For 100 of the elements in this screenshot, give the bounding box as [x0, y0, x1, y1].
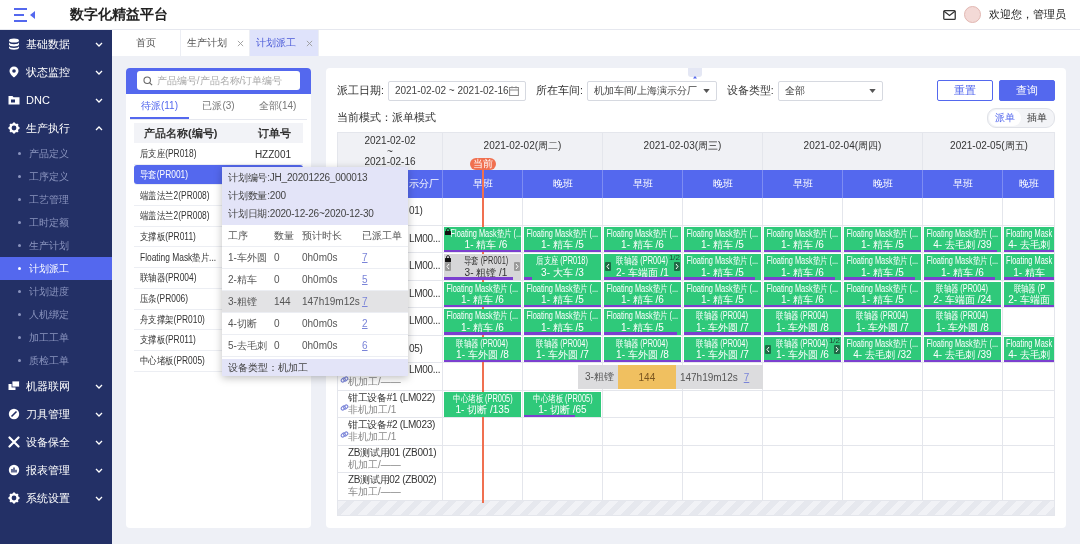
- menu-icon[interactable]: [14, 6, 36, 23]
- query-button[interactable]: 查询: [999, 80, 1055, 101]
- order-count-link[interactable]: 7: [362, 296, 368, 307]
- nav-subitem[interactable]: 产品定义: [0, 142, 112, 165]
- search-field[interactable]: 产品编号/产品名称/订单编号: [137, 71, 300, 90]
- filter-tab[interactable]: 已派(3): [189, 94, 248, 119]
- task-name: Floating Mask垫片 (...: [686, 227, 759, 239]
- order-count-link[interactable]: 7: [743, 371, 750, 383]
- task-name: Floating Mask垫片 (...: [926, 255, 999, 267]
- gear-icon: [8, 492, 20, 504]
- task-step: 1- 精车 /5: [541, 321, 584, 334]
- table-row[interactable]: 5-去毛刺 0 0h0m0s 6: [222, 335, 408, 357]
- table-cell: 147h19m12s: [302, 291, 362, 313]
- shift-header: 早班: [763, 170, 843, 198]
- mode-option[interactable]: 插单: [1021, 110, 1053, 126]
- task-name: 导套 (PR001): [463, 255, 509, 267]
- mail-icon[interactable]: [943, 9, 956, 20]
- reset-button[interactable]: 重置: [937, 80, 993, 101]
- nav-subitem[interactable]: 人机绑定: [0, 303, 112, 326]
- table-cell: 端盖法兰2(PR008): [140, 209, 210, 224]
- field-label: 派工日期:: [337, 83, 384, 98]
- table-row[interactable]: 3-粗镗 144 147h19m12s 7: [222, 291, 408, 313]
- nav-item[interactable]: 设备保全: [0, 428, 112, 456]
- machine-name: LM00...: [409, 287, 441, 300]
- nav-item[interactable]: 生产执行: [0, 114, 112, 142]
- nav-item[interactable]: 系统设置: [0, 484, 112, 512]
- right-arrow-icon[interactable]: [674, 262, 680, 271]
- date-header: 2021-02-04(周四): [763, 133, 923, 170]
- task-name: Floating Mask垫片 (...: [526, 310, 599, 322]
- nav-subitem[interactable]: 加工工单: [0, 326, 112, 349]
- order-count-link[interactable]: 6: [362, 340, 368, 351]
- right-arrow-icon[interactable]: [514, 262, 520, 271]
- task-name: Floating Mask垫片 (...: [450, 227, 522, 239]
- task-step: 1- 精车 /6: [621, 294, 664, 306]
- quantity-highlight: 144: [617, 365, 676, 389]
- nav-subitem[interactable]: 计划进度: [0, 280, 112, 303]
- task-step: 1- 车外圆 /7: [856, 321, 909, 334]
- nav-item[interactable]: 刀具管理: [0, 400, 112, 428]
- nav-subitem[interactable]: 计划派工: [0, 257, 112, 280]
- nav-item[interactable]: 机器联网: [0, 372, 112, 400]
- nav-item[interactable]: DNC: [0, 86, 112, 114]
- task-step: 1- 精车: [1013, 266, 1045, 279]
- nav-item[interactable]: 基础数据: [0, 30, 112, 58]
- right-arrow-icon[interactable]: [834, 344, 840, 354]
- nav-item[interactable]: 报表管理: [0, 456, 112, 484]
- type-select[interactable]: 全部: [777, 80, 883, 101]
- machine-name: LM00...: [409, 232, 441, 245]
- step-text: 3-粗镗: [585, 370, 614, 384]
- task-step: 1- 精车 /5: [541, 239, 584, 251]
- nav-subitem[interactable]: 工时定额: [0, 211, 112, 234]
- task-name: 联轴器 (PR004): [696, 310, 749, 322]
- pin-icon: [8, 66, 20, 78]
- close-icon[interactable]: [305, 39, 313, 47]
- date-range-field[interactable]: 2021-02-02 ~ 2021-02-16: [387, 80, 526, 101]
- task-name: 联轴器 (PR004): [696, 337, 749, 349]
- table-row[interactable]: 1-车外圆 0 0h0m0s 7: [222, 247, 408, 269]
- task-name: 中心堵板 (PR005): [532, 392, 593, 404]
- workshop-select[interactable]: 机加车间/上海演示分厂: [586, 80, 717, 101]
- nav-subitem[interactable]: 生产计划: [0, 234, 112, 257]
- task-name: 后支座 (PR018): [536, 255, 589, 267]
- date-header: 2021-02-03(周三): [603, 133, 763, 170]
- mode-option[interactable]: 派单: [989, 110, 1021, 126]
- task-name: 联轴器 (PR004): [536, 337, 589, 349]
- filter-tab[interactable]: 待派(11): [130, 94, 189, 119]
- nav-item[interactable]: 状态监控: [0, 58, 112, 86]
- table-row[interactable]: 4-切断 0 0h0m0s 2: [222, 313, 408, 335]
- tools-icon: [8, 436, 20, 448]
- task-step: 3- 粗镗 /1: [464, 266, 508, 279]
- task-step: 1- 精车 /5: [861, 239, 904, 251]
- page-tab[interactable]: 首页: [112, 30, 181, 56]
- left-arrow-icon[interactable]: [445, 262, 451, 271]
- left-arrow-icon[interactable]: [765, 344, 771, 354]
- link-icon[interactable]: [340, 430, 349, 439]
- task-step: 1- 精车 /6: [781, 266, 824, 279]
- filter-tab[interactable]: 全部(14): [248, 94, 307, 119]
- nav-subitem[interactable]: 质检工单: [0, 349, 112, 372]
- collapse-handle[interactable]: [688, 68, 702, 77]
- link-icon[interactable]: [340, 402, 349, 412]
- left-arrow-icon[interactable]: [605, 262, 611, 271]
- order-count-link[interactable]: 7: [362, 252, 368, 263]
- nav-subitem[interactable]: 工序定义: [0, 165, 112, 188]
- machine-name: LM00...: [409, 315, 441, 328]
- nav-subitem[interactable]: 工艺管理: [0, 188, 112, 211]
- table-cell: 3-粗镗: [228, 291, 274, 313]
- table-cell: 端盖法兰2(PR008): [140, 188, 210, 203]
- popup-footer: 设备类型：机加工: [222, 359, 408, 376]
- task-step: 4- 去毛刺 /39: [933, 349, 992, 361]
- drag-preview[interactable]: 3-粗镗 144 147h19m12s 7: [578, 365, 763, 389]
- link-icon[interactable]: [340, 375, 349, 384]
- task-name: Floating Mask垫片 (...: [446, 310, 519, 322]
- page-tab[interactable]: 计划派工: [250, 30, 319, 56]
- order-count-link[interactable]: 2: [362, 318, 368, 329]
- order-count-link[interactable]: 5: [362, 274, 368, 285]
- column-header: 已派工单: [362, 225, 408, 247]
- search-icon: [143, 75, 153, 86]
- shift-header: 晚班: [843, 170, 923, 198]
- close-icon[interactable]: [236, 39, 244, 47]
- avatar-icon[interactable]: [964, 6, 981, 23]
- machine-name: ZB测试用02 (ZB002): [348, 474, 437, 486]
- task-bar[interactable]: 导套 (PR001) 3- 粗镗 /1: [444, 254, 521, 280]
